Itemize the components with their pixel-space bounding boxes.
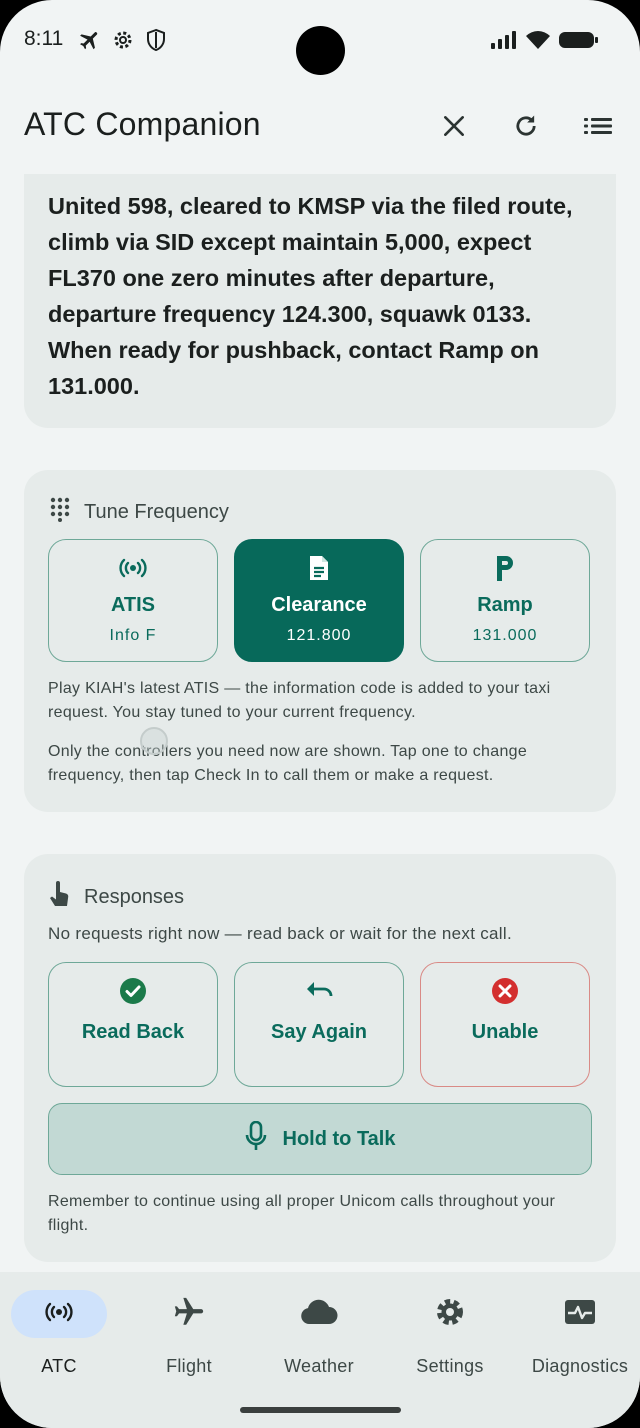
read-back-label: Read Back	[81, 1021, 185, 1043]
read-back-button[interactable]: Read Back	[48, 962, 218, 1087]
bottom-navigation: ATC Flight Weather Settings Diagnostics	[0, 1272, 640, 1428]
check-circle-icon	[119, 977, 147, 1005]
tune-header: Tune Frequency	[48, 496, 229, 528]
document-icon	[308, 554, 330, 582]
nav-item-weather[interactable]: Weather	[259, 1290, 379, 1377]
chip-ramp-sub: 131.000	[472, 627, 538, 644]
nav-label-diagnostics: Diagnostics	[531, 1356, 629, 1376]
chip-clearance[interactable]: Clearance 121.800	[234, 539, 404, 662]
cloud-icon	[300, 1298, 338, 1331]
camera-cutout	[296, 26, 345, 75]
response-buttons: Read Back Say Again Unable	[48, 962, 590, 1087]
unable-button[interactable]: Unable	[420, 962, 590, 1087]
nav-label-settings: Settings	[416, 1356, 484, 1376]
nav-item-diagnostics[interactable]: Diagnostics	[520, 1290, 640, 1377]
chip-atis-sub: Info F	[109, 627, 157, 644]
touch-hand-icon	[48, 880, 72, 914]
status-bar: 8:11	[0, 0, 640, 80]
nav-label-weather: Weather	[284, 1356, 354, 1376]
chip-clearance-label: Clearance	[271, 594, 367, 616]
frequency-chips: ATIS Info F Clearance 121.800 Ramp 131.0…	[48, 539, 590, 662]
home-indicator[interactable]	[240, 1407, 401, 1413]
shield-icon	[144, 28, 168, 52]
refresh-button[interactable]	[506, 106, 546, 146]
clearance-text: United 598, cleared to KMSP via the file…	[48, 193, 573, 399]
phone-screen: 8:11 ATC Companion United 598, cleared t	[0, 0, 640, 1428]
dialpad-icon	[48, 496, 72, 528]
unable-label: Unable	[471, 1021, 539, 1043]
chip-atis-label: ATIS	[110, 594, 156, 616]
nav-label-atc: ATC	[41, 1356, 77, 1376]
clearance-card: United 598, cleared to KMSP via the file…	[24, 174, 616, 428]
monitor-heart-icon	[564, 1298, 596, 1331]
parking-icon	[494, 554, 516, 582]
responses-subtitle: No requests right now — read back or wai…	[48, 924, 512, 943]
list-button[interactable]	[578, 106, 618, 146]
tune-frequency-card: Tune Frequency ATIS Info F Clearance 121…	[24, 470, 616, 812]
list-icon	[584, 118, 612, 134]
chip-ramp[interactable]: Ramp 131.000	[420, 539, 590, 662]
responses-header: Responses	[48, 880, 184, 914]
wifi-icon	[524, 28, 552, 52]
cancel-icon	[491, 977, 519, 1005]
undo-icon	[304, 977, 334, 1005]
close-icon	[444, 116, 464, 136]
controllers-note: Only the controllers you need now are sh…	[48, 743, 528, 784]
refresh-icon	[516, 115, 536, 136]
say-again-label: Say Again	[271, 1021, 367, 1043]
nav-item-flight[interactable]: Flight	[129, 1290, 249, 1377]
nav-label-flight: Flight	[166, 1356, 212, 1376]
tune-header-label: Tune Frequency	[84, 500, 229, 523]
responses-header-label: Responses	[84, 885, 185, 908]
hold-to-talk-label: Hold to Talk	[282, 1127, 396, 1150]
broadcast-icon	[43, 1300, 75, 1329]
chip-ramp-label: Ramp	[477, 594, 533, 616]
nav-item-settings[interactable]: Settings	[390, 1290, 510, 1377]
broadcast-icon	[118, 554, 148, 582]
chip-atis[interactable]: ATIS Info F	[48, 539, 218, 662]
hold-to-talk-button[interactable]: Hold to Talk	[48, 1103, 592, 1175]
nav-item-atc[interactable]: ATC	[0, 1290, 119, 1377]
signal-icon	[490, 28, 518, 52]
say-again-button[interactable]: Say Again	[234, 962, 404, 1087]
chip-clearance-sub: 121.800	[286, 627, 352, 644]
app-title: ATC Companion	[24, 106, 261, 142]
atis-note: Play KIAH's latest ATIS — the informatio…	[48, 680, 551, 721]
airplane-mode-icon	[78, 28, 102, 52]
gear-icon	[434, 1296, 466, 1333]
touch-indicator	[140, 727, 168, 755]
status-time: 8:11	[24, 27, 64, 50]
microphone-icon	[245, 1120, 267, 1157]
responses-card: Responses No requests right now — read b…	[24, 854, 616, 1262]
settings-gear-icon	[111, 28, 135, 52]
airplane-icon	[172, 1295, 206, 1334]
unicom-reminder: Remember to continue using all proper Un…	[48, 1193, 556, 1234]
battery-icon	[558, 28, 600, 52]
close-button[interactable]	[434, 106, 474, 146]
